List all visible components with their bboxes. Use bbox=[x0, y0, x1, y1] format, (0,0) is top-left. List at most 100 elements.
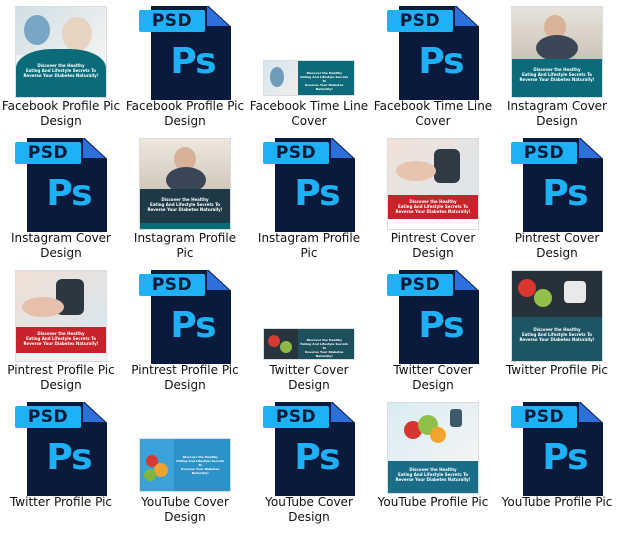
ps-logo: Ps bbox=[418, 41, 464, 82]
psd-band: PSD bbox=[15, 406, 81, 428]
file-item[interactable]: Discover the Healthy Eating And Lifestyl… bbox=[123, 398, 247, 530]
image-thumbnail: Discover the Healthy Eating And Lifestyl… bbox=[139, 438, 231, 492]
photoshop-file-icon: PSD Ps bbox=[263, 402, 355, 496]
file-grid: Discover the Healthy Eating And Lifestyl… bbox=[0, 0, 621, 538]
photoshop-file-icon: PSD Ps bbox=[511, 138, 603, 232]
file-item[interactable]: PSD Ps Facebook Profile Pic Design bbox=[123, 2, 247, 134]
file-item[interactable]: PSD Ps Instagram Cover Design bbox=[0, 134, 123, 266]
image-thumbnail: Discover the Healthy Eating And Lifestyl… bbox=[263, 328, 355, 360]
design-text: Discover the Healthy Eating And Lifestyl… bbox=[519, 67, 595, 82]
photoshop-file-icon: PSD Ps bbox=[387, 270, 479, 364]
file-item[interactable]: PSD Ps Pintrest Cover Design bbox=[495, 134, 619, 266]
file-item[interactable]: Discover the Healthy Eating And Lifestyl… bbox=[0, 2, 123, 134]
file-thumbnail: Discover the Healthy Eating And Lifestyl… bbox=[0, 266, 123, 362]
file-thumbnail: PSD Ps bbox=[123, 2, 247, 100]
photoshop-file-icon: PSD Ps bbox=[139, 6, 231, 100]
design-text: Discover the Healthy Eating And Lifestyl… bbox=[147, 197, 223, 212]
file-label: YouTube Cover Design bbox=[265, 495, 353, 524]
file-thumbnail: Discover the Healthy Eating And Lifestyl… bbox=[495, 266, 619, 362]
photoshop-file-icon: PSD Ps bbox=[387, 6, 479, 100]
image-thumbnail: Discover the Healthy Eating And Lifestyl… bbox=[15, 6, 107, 98]
file-thumbnail: PSD Ps bbox=[371, 2, 495, 100]
file-item[interactable]: Discover the Healthy Eating And Lifestyl… bbox=[371, 398, 495, 530]
file-label: Twitter Cover Design bbox=[269, 363, 349, 392]
file-label: YouTube Profile Pic bbox=[377, 495, 489, 509]
psd-band: PSD bbox=[387, 274, 453, 296]
file-item[interactable]: Discover the Healthy Eating And Lifestyl… bbox=[123, 134, 247, 266]
image-thumbnail: Discover the Healthy Eating And Lifestyl… bbox=[511, 6, 603, 98]
ps-logo: Ps bbox=[294, 437, 340, 478]
design-text: Discover the Healthy Eating And Lifestyl… bbox=[176, 455, 225, 475]
file-thumbnail: Discover the Healthy Eating And Lifestyl… bbox=[371, 398, 495, 494]
file-label: Pintrest Profile Pic Design bbox=[131, 363, 239, 392]
file-label: Twitter Cover Design bbox=[393, 363, 473, 392]
file-item[interactable]: PSD Ps Facebook Time Line Cover bbox=[371, 2, 495, 134]
ps-logo: Ps bbox=[170, 41, 216, 82]
file-item[interactable]: Discover the Healthy Eating And Lifestyl… bbox=[495, 266, 619, 398]
image-thumbnail: Discover the Healthy Eating And Lifestyl… bbox=[15, 270, 107, 362]
file-item[interactable]: PSD Ps Pintrest Profile Pic Design bbox=[123, 266, 247, 398]
file-item[interactable]: Discover the Healthy Eating And Lifestyl… bbox=[247, 2, 371, 134]
ps-logo: Ps bbox=[46, 173, 92, 214]
file-thumbnail: PSD Ps bbox=[0, 134, 123, 232]
image-thumbnail: Discover the Healthy Eating And Lifestyl… bbox=[139, 138, 231, 230]
photoshop-file-icon: PSD Ps bbox=[139, 270, 231, 364]
image-thumbnail: Discover the Healthy Eating And Lifestyl… bbox=[263, 60, 355, 96]
file-label: Twitter Profile Pic bbox=[505, 363, 609, 377]
file-label: Instagram Cover Design bbox=[10, 231, 111, 260]
psd-band: PSD bbox=[511, 406, 577, 428]
psd-band: PSD bbox=[139, 10, 205, 32]
photoshop-file-icon: PSD Ps bbox=[511, 402, 603, 496]
file-item[interactable]: Discover the Healthy Eating And Lifestyl… bbox=[371, 134, 495, 266]
ps-logo: Ps bbox=[294, 173, 340, 214]
photoshop-file-icon: PSD Ps bbox=[15, 402, 107, 496]
file-label: Instagram Profile Pic bbox=[257, 231, 361, 260]
psd-band: PSD bbox=[263, 142, 329, 164]
file-thumbnail: Discover the Healthy Eating And Lifestyl… bbox=[123, 398, 247, 494]
design-text: Discover the Healthy Eating And Lifestyl… bbox=[395, 199, 471, 214]
file-thumbnail: PSD Ps bbox=[371, 266, 495, 364]
file-thumbnail: PSD Ps bbox=[495, 134, 619, 232]
design-text: Discover the Healthy Eating And Lifestyl… bbox=[395, 467, 471, 482]
file-item[interactable]: PSD Ps YouTube Profile Pic bbox=[495, 398, 619, 530]
file-thumbnail: Discover the Healthy Eating And Lifestyl… bbox=[123, 134, 247, 230]
file-label: Pintrest Cover Design bbox=[390, 231, 476, 260]
design-text: Discover the Healthy Eating And Lifestyl… bbox=[23, 63, 99, 78]
file-item[interactable]: PSD Ps Twitter Profile Pic bbox=[0, 398, 123, 530]
file-thumbnail: Discover the Healthy Eating And Lifestyl… bbox=[495, 2, 619, 98]
image-thumbnail: Discover the Healthy Eating And Lifestyl… bbox=[511, 270, 603, 362]
psd-band: PSD bbox=[263, 406, 329, 428]
design-text: Discover the Healthy Eating And Lifestyl… bbox=[23, 331, 99, 346]
file-label: Facebook Profile Pic Design bbox=[1, 99, 121, 128]
file-label: Pintrest Cover Design bbox=[514, 231, 600, 260]
file-label: Instagram Profile Pic bbox=[133, 231, 237, 260]
image-thumbnail: Discover the Healthy Eating And Lifestyl… bbox=[387, 402, 479, 494]
design-text: Discover the Healthy Eating And Lifestyl… bbox=[300, 71, 349, 91]
file-item[interactable]: Discover the Healthy Eating And Lifestyl… bbox=[0, 266, 123, 398]
file-thumbnail: Discover the Healthy Eating And Lifestyl… bbox=[371, 134, 495, 230]
file-item[interactable]: Discover the Healthy Eating And Lifestyl… bbox=[495, 2, 619, 134]
file-thumbnail: PSD Ps bbox=[123, 266, 247, 364]
file-item[interactable]: Discover the Healthy Eating And Lifestyl… bbox=[247, 266, 371, 398]
ps-logo: Ps bbox=[170, 305, 216, 346]
photoshop-file-icon: PSD Ps bbox=[263, 138, 355, 232]
design-text: Discover the Healthy Eating And Lifestyl… bbox=[519, 327, 595, 342]
file-thumbnail: Discover the Healthy Eating And Lifestyl… bbox=[247, 2, 371, 98]
ps-logo: Ps bbox=[418, 305, 464, 346]
file-thumbnail: Discover the Healthy Eating And Lifestyl… bbox=[247, 266, 371, 362]
photoshop-file-icon: PSD Ps bbox=[15, 138, 107, 232]
file-item[interactable]: PSD Ps Twitter Cover Design bbox=[371, 266, 495, 398]
psd-band: PSD bbox=[511, 142, 577, 164]
file-thumbnail: PSD Ps bbox=[0, 398, 123, 496]
file-item[interactable]: PSD Ps Instagram Profile Pic bbox=[247, 134, 371, 266]
file-thumbnail: Discover the Healthy Eating And Lifestyl… bbox=[0, 2, 123, 98]
image-thumbnail: Discover the Healthy Eating And Lifestyl… bbox=[387, 138, 479, 230]
psd-band: PSD bbox=[15, 142, 81, 164]
file-item[interactable]: PSD Ps YouTube Cover Design bbox=[247, 398, 371, 530]
file-label: Instagram Cover Design bbox=[506, 99, 607, 128]
file-thumbnail: PSD Ps bbox=[495, 398, 619, 496]
design-text: Discover the Healthy Eating And Lifestyl… bbox=[300, 338, 349, 358]
file-thumbnail: PSD Ps bbox=[247, 398, 371, 496]
ps-logo: Ps bbox=[542, 437, 588, 478]
psd-band: PSD bbox=[387, 10, 453, 32]
